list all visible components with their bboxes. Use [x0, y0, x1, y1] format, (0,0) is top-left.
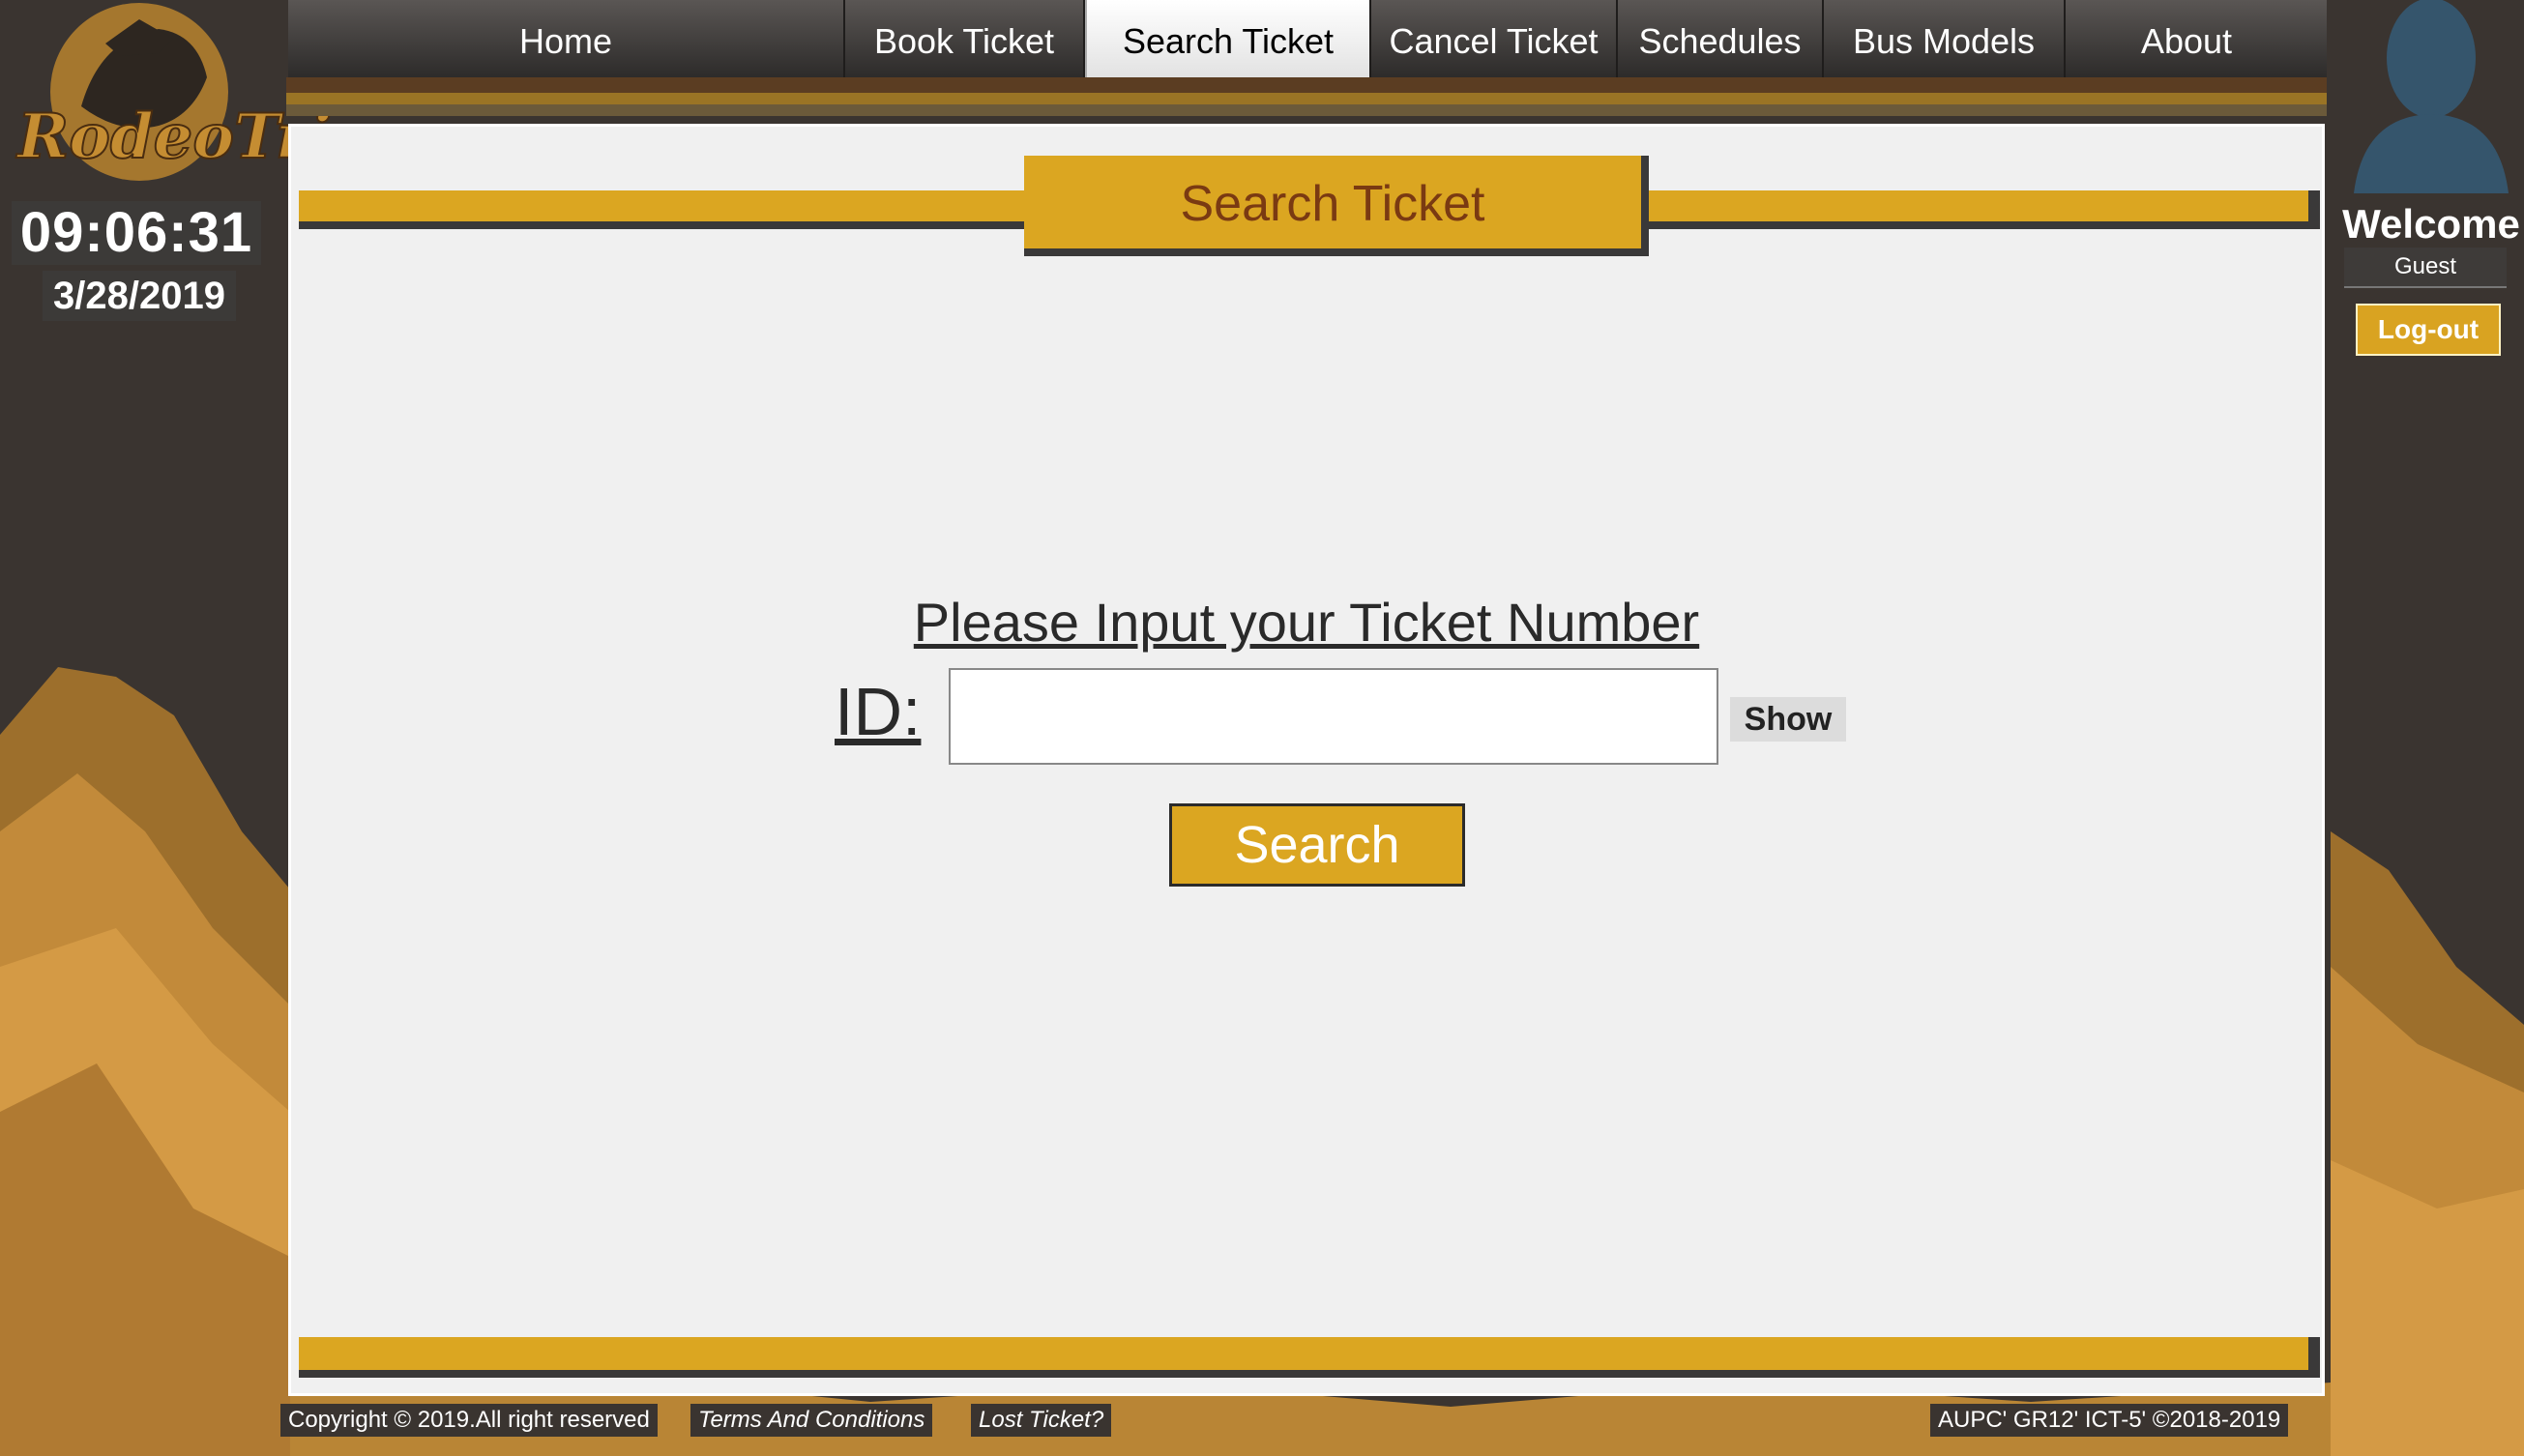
nav-stripe: [286, 104, 2327, 116]
page-title: Search Ticket: [1024, 156, 1649, 256]
username-label: Guest: [2344, 248, 2507, 288]
lost-ticket-link[interactable]: Lost Ticket?: [971, 1404, 1112, 1437]
welcome-label: Welcome: [2342, 201, 2520, 247]
nav-search-ticket[interactable]: Search Ticket: [1085, 0, 1371, 77]
user-avatar-icon: [2354, 0, 2509, 193]
top-nav: Home Book Ticket Search Ticket Cancel Ti…: [288, 0, 2327, 77]
rodeotrip-logo: RodeoTrip: [14, 0, 376, 184]
footer-bar: [299, 1337, 2320, 1378]
nav-bus-models[interactable]: Bus Models: [1824, 0, 2066, 77]
nav-home[interactable]: Home: [288, 0, 845, 77]
nav-schedules[interactable]: Schedules: [1618, 0, 1824, 77]
logout-button[interactable]: Log-out: [2356, 304, 2501, 356]
copyright-text: Copyright © 2019.All right reserved: [280, 1404, 658, 1437]
clock-time: 09:06:31: [12, 201, 261, 265]
id-label: ID:: [835, 674, 922, 749]
clock-date: 3/28/2019: [43, 271, 236, 321]
nav-cancel-ticket[interactable]: Cancel Ticket: [1371, 0, 1618, 77]
ticket-id-input[interactable]: [949, 668, 1718, 765]
search-button[interactable]: Search: [1169, 803, 1465, 887]
ticket-prompt: Please Input your Ticket Number: [913, 592, 1700, 653]
credit-text: AUPC' GR12' ICT-5' ©2018-2019: [1930, 1404, 2289, 1437]
show-button[interactable]: Show: [1730, 697, 1846, 742]
main-panel: Search Ticket Please Input your Ticket N…: [288, 124, 2325, 1396]
nav-stripe: [286, 77, 2327, 93]
nav-book-ticket[interactable]: Book Ticket: [845, 0, 1085, 77]
terms-link[interactable]: Terms And Conditions: [690, 1404, 933, 1437]
nav-about[interactable]: About: [2066, 0, 2307, 77]
nav-stripe: [286, 93, 2327, 104]
